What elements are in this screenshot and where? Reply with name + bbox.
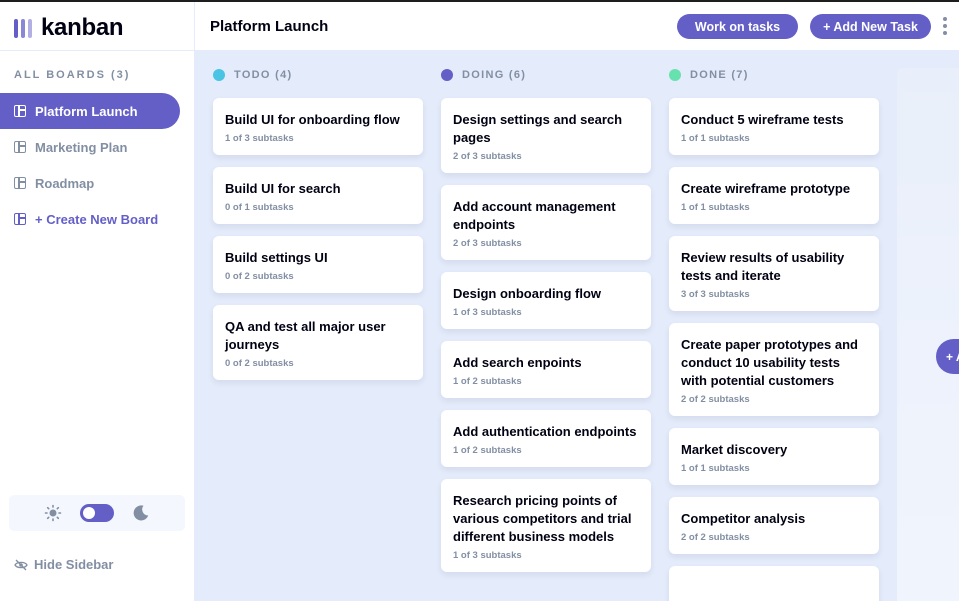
task-title: Review results of usability tests and it… <box>681 250 845 283</box>
hide-sidebar-label: Hide Sidebar <box>34 557 114 572</box>
task-subtasks: 1 of 1 subtasks <box>681 202 750 213</box>
moon-icon <box>133 505 149 521</box>
task-title: Research pricing points of various compe… <box>453 493 632 544</box>
task-card[interactable]: Add authentication endpoints 1 of 2 subt… <box>441 410 651 467</box>
sun-icon <box>44 504 62 522</box>
task-subtasks: 2 of 2 subtasks <box>681 394 750 405</box>
board-list: Platform Launch Marketing Plan Roadmap +… <box>0 93 180 237</box>
create-new-board-button[interactable]: + Create New Board <box>0 201 180 237</box>
task-title: Build UI for onboarding flow <box>225 112 400 127</box>
logo-icon <box>14 18 32 38</box>
board-icon <box>14 177 26 189</box>
task-subtasks: 2 of 3 subtasks <box>453 151 522 162</box>
status-dot <box>213 69 225 81</box>
task-card[interactable]: Design onboarding flow 1 of 3 subtasks <box>441 272 651 329</box>
task-subtasks: 2 of 3 subtasks <box>453 238 522 249</box>
column-title: DOING (6) <box>462 69 527 81</box>
task-title: Create wireframe prototype <box>681 181 851 196</box>
sidebar-item-label: Roadmap <box>35 175 95 191</box>
task-card[interactable]: Competitor analysis 2 of 2 subtasks <box>669 497 879 554</box>
task-title: Add account management endpoints <box>453 199 616 232</box>
boards-count-heading: ALL BOARDS (3) <box>14 69 131 81</box>
sidebar: kanban ALL BOARDS (3) Platform Launch Ma… <box>0 2 195 601</box>
column-todo: TODO (4) Build UI for onboarding flow 1 … <box>213 67 423 392</box>
window-top-border <box>0 0 959 2</box>
task-card[interactable]: Design settings and search pages 2 of 3 … <box>441 98 651 173</box>
task-subtasks: 1 of 3 subtasks <box>453 307 522 318</box>
column-header: TODO (4) <box>213 67 423 83</box>
sidebar-divider <box>0 50 195 51</box>
task-card[interactable]: Add search enpoints 1 of 2 subtasks <box>441 341 651 398</box>
task-subtasks: 0 of 2 subtasks <box>225 358 294 369</box>
vertical-ellipsis-icon[interactable] <box>941 17 949 35</box>
column-title: TODO (4) <box>234 69 293 81</box>
task-card[interactable]: Market discovery 1 of 1 subtasks <box>669 428 879 485</box>
task-card[interactable]: Review results of usability tests and it… <box>669 236 879 311</box>
column-header: DOING (6) <box>441 67 651 83</box>
task-subtasks: 0 of 2 subtasks <box>225 271 294 282</box>
task-title: Conduct 5 wireframe tests <box>681 112 844 127</box>
task-title: Build settings UI <box>225 250 328 265</box>
toggle-knob <box>83 507 95 519</box>
sidebar-item-marketing-plan[interactable]: Marketing Plan <box>0 129 180 165</box>
task-card[interactable]: Build UI for search 0 of 1 subtasks <box>213 167 423 224</box>
task-card[interactable]: Build settings UI 0 of 2 subtasks <box>213 236 423 293</box>
board-icon <box>14 213 26 225</box>
eye-slash-icon <box>14 559 28 570</box>
sidebar-item-roadmap[interactable]: Roadmap <box>0 165 180 201</box>
task-title: Design settings and search pages <box>453 112 623 145</box>
work-on-tasks-button[interactable]: Work on tasks <box>677 14 798 39</box>
task-subtasks: 3 of 3 subtasks <box>681 289 750 300</box>
task-subtasks: 1 of 3 subtasks <box>225 133 294 144</box>
column-doing: DOING (6) Design settings and search pag… <box>441 67 651 584</box>
header: Platform Launch Work on tasks + Add New … <box>195 2 959 50</box>
task-card[interactable]: Build UI for onboarding flow 1 of 3 subt… <box>213 98 423 155</box>
task-card[interactable]: Create wireframe prototype 1 of 1 subtas… <box>669 167 879 224</box>
hide-sidebar-button[interactable]: Hide Sidebar <box>14 557 113 572</box>
theme-switcher <box>9 495 185 531</box>
task-subtasks: 0 of 1 subtasks <box>225 202 294 213</box>
page-title: Platform Launch <box>210 18 329 35</box>
task-subtasks: 1 of 3 subtasks <box>453 550 522 561</box>
task-title: Competitor analysis <box>681 511 806 526</box>
task-title: Build UI for search <box>225 181 341 196</box>
task-subtasks: 1 of 2 subtasks <box>453 376 522 387</box>
board-icon <box>14 141 26 153</box>
column-done: DONE (7) Conduct 5 wireframe tests 1 of … <box>669 67 879 601</box>
status-dot <box>669 69 681 81</box>
task-card[interactable] <box>669 566 879 601</box>
task-subtasks: 1 of 1 subtasks <box>681 133 750 144</box>
sidebar-item-label: Marketing Plan <box>35 139 128 155</box>
sidebar-item-platform-launch[interactable]: Platform Launch <box>0 93 180 129</box>
card-list: Build UI for onboarding flow 1 of 3 subt… <box>213 98 423 380</box>
theme-toggle[interactable] <box>80 504 114 522</box>
logo: kanban <box>14 14 124 41</box>
task-subtasks: 1 of 2 subtasks <box>453 445 522 456</box>
sidebar-item-label: Platform Launch <box>35 103 138 119</box>
task-title: Add authentication endpoints <box>453 424 637 439</box>
task-card[interactable]: Add account management endpoints 2 of 3 … <box>441 185 651 260</box>
board-icon <box>14 105 26 117</box>
new-column-area[interactable] <box>897 68 959 601</box>
create-board-label: + Create New Board <box>35 211 159 227</box>
task-card[interactable]: Create paper prototypes and conduct 10 u… <box>669 323 879 416</box>
card-list: Conduct 5 wireframe tests 1 of 1 subtask… <box>669 98 879 601</box>
card-list: Design settings and search pages 2 of 3 … <box>441 98 651 572</box>
task-card[interactable]: QA and test all major user journeys 0 of… <box>213 305 423 380</box>
task-subtasks: 1 of 1 subtasks <box>681 463 750 474</box>
task-title: Design onboarding flow <box>453 286 602 301</box>
task-title: Create paper prototypes and conduct 10 u… <box>681 337 858 388</box>
add-new-task-button[interactable]: + Add New Task <box>810 14 931 39</box>
task-card[interactable]: Conduct 5 wireframe tests 1 of 1 subtask… <box>669 98 879 155</box>
task-title: QA and test all major user journeys <box>225 319 386 352</box>
task-card[interactable]: Research pricing points of various compe… <box>441 479 651 572</box>
task-subtasks: 2 of 2 subtasks <box>681 532 750 543</box>
task-title: Market discovery <box>681 442 788 457</box>
column-title: DONE (7) <box>690 69 749 81</box>
task-title: Add search enpoints <box>453 355 582 370</box>
status-dot <box>441 69 453 81</box>
column-header: DONE (7) <box>669 67 879 83</box>
logo-text: kanban <box>41 14 124 41</box>
